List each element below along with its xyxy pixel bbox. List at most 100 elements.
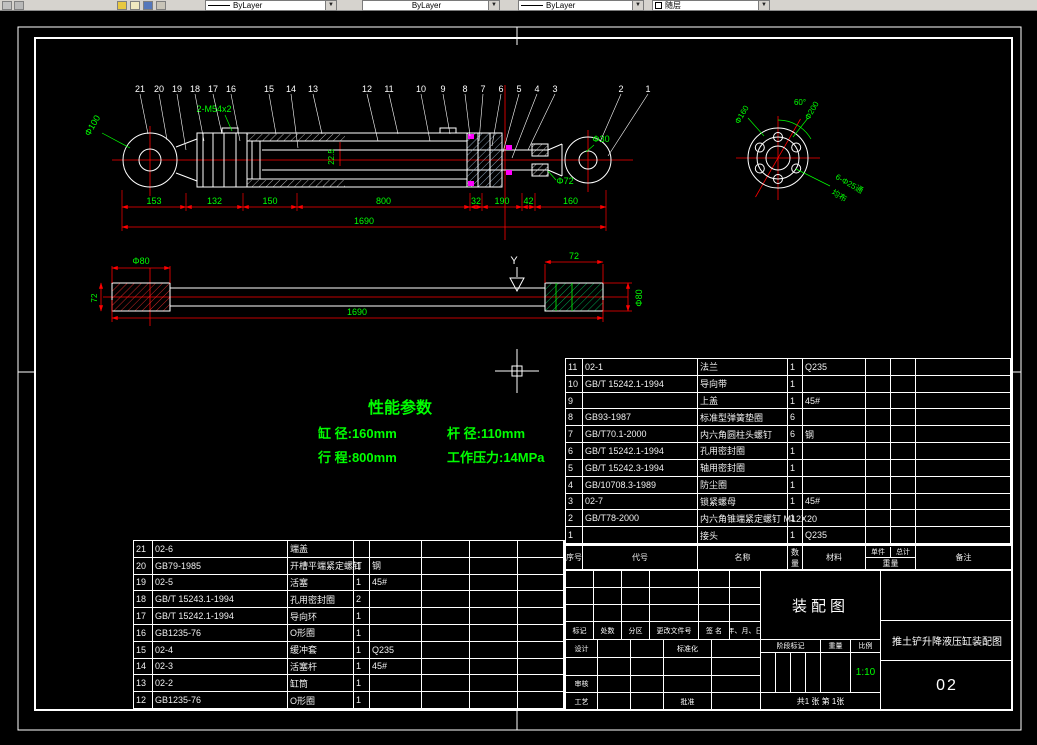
dim-72-left: 72 (90, 293, 99, 302)
titleblock-cell: 标准化 (664, 640, 712, 658)
bom-cell (916, 409, 1011, 427)
titleblock-cell: 批准 (664, 693, 712, 711)
leader-line (312, 93, 323, 135)
titleblock-cell (712, 658, 761, 676)
sheet-count: 共1 张 第 1张 (761, 693, 881, 711)
titleblock-cell: 签 名 (699, 622, 730, 640)
bom-cell (518, 608, 564, 625)
titleblock-cell (699, 571, 730, 588)
bom-cell (803, 443, 866, 460)
titleblock-cell (566, 605, 594, 622)
titleblock-cell: 工艺 (566, 693, 598, 711)
bom-cell: 缸筒 (288, 675, 354, 693)
titleblock-cell (598, 676, 631, 693)
bom-cell (470, 624, 518, 642)
bom-cell (891, 426, 916, 444)
bom-cell: 法兰 (698, 359, 788, 376)
cylinder-body (122, 127, 612, 188)
bom-cell: 20 (134, 557, 153, 575)
bom-cell (866, 375, 891, 393)
bom-cell: GB/T 15242.1-1994 (583, 443, 698, 460)
header-weight-total: 总计 (896, 548, 910, 556)
bom-cell: 9 (566, 392, 583, 410)
layers-icon[interactable] (117, 1, 127, 10)
bom-cell: O形圈 (288, 624, 354, 642)
bom-cell (866, 409, 891, 427)
dimension-value: 42 (523, 196, 533, 206)
leader-line (607, 93, 649, 157)
bom-cell: GB/10708.3-1989 (583, 476, 698, 494)
bom-cell (891, 359, 916, 376)
bom-cell (803, 459, 866, 477)
lineweight-combo[interactable]: ByLayer ▼ (362, 0, 500, 11)
bom-cell (866, 527, 891, 544)
bom-cell: 孔用密封圈 (698, 443, 788, 460)
layer-state-icon[interactable] (130, 1, 140, 10)
bom-cell: 02-3 (153, 658, 288, 676)
bom-cell: GB/T78-2000 (583, 510, 698, 528)
leader-line (194, 93, 205, 142)
bom-cell (916, 510, 1011, 528)
toolbar-icon[interactable] (14, 1, 24, 10)
bom-cell (370, 591, 422, 609)
bom-cell: 02-5 (153, 574, 288, 592)
bom-cell (518, 624, 564, 642)
titleblock-cell (664, 658, 712, 676)
titleblock-cell: 1:10 (851, 653, 881, 693)
plotstyle-combo[interactable]: ByLayer ▼ (518, 0, 644, 11)
side-view: Φ80 72 72 Φ80 1690 Y (90, 251, 644, 326)
bom-cell: 8 (566, 409, 583, 427)
bom-cell (916, 426, 1011, 444)
combo-arrow-icon[interactable]: ▼ (488, 1, 499, 10)
part-number: 6 (498, 84, 503, 94)
dimension-total: 1690 (354, 216, 374, 226)
drawing-number: 02 (936, 677, 958, 694)
header-code: 代号 (583, 546, 698, 569)
titleblock-cell (631, 693, 664, 711)
dim-holes-2: 均布 (830, 187, 849, 204)
titleblock-cell: 标记 (566, 622, 594, 640)
part-number: 7 (480, 84, 485, 94)
bom-cell: 45# (370, 658, 422, 676)
bom-cell (422, 641, 470, 659)
bom-cell (866, 392, 891, 410)
bom-cell: 1 (354, 692, 370, 709)
layer-properties-icon[interactable] (143, 1, 153, 10)
section-triangle-icon (509, 277, 525, 293)
make-layer-icon[interactable] (156, 1, 166, 10)
bom-cell (803, 409, 866, 427)
bom-cell (470, 675, 518, 693)
line-sample-icon (521, 5, 543, 6)
combo-arrow-icon[interactable]: ▼ (758, 1, 769, 10)
bom-cell: 开槽平端紧定螺钉 (288, 557, 362, 575)
titleblock-cell: 重量 (821, 640, 851, 653)
leader-line (176, 93, 187, 151)
bom-cell (518, 658, 564, 676)
bom-cell (370, 608, 422, 625)
bom-cell: GB/T 15243.1-1994 (153, 591, 288, 609)
titleblock-grid: 阶段标记 重量 比例 (761, 640, 881, 653)
bom-cell: 02-6 (153, 541, 288, 558)
bom-cell (866, 459, 891, 477)
bom-cell: 6 (788, 426, 803, 444)
color-combo[interactable]: 随层 ▼ (652, 0, 770, 11)
part-number: 14 (286, 84, 296, 94)
part-number: 20 (154, 84, 164, 94)
bom-cell: 17 (134, 608, 153, 625)
combo-arrow-icon[interactable]: ▼ (325, 1, 336, 10)
bom-cell (470, 574, 518, 592)
combo-arrow-icon[interactable]: ▼ (632, 1, 643, 10)
leader-line (388, 93, 399, 135)
leader-line (212, 93, 223, 135)
bom-cell (354, 541, 370, 558)
performance-bore: 缸 径:160mm (317, 426, 397, 441)
leader-line (420, 93, 431, 142)
bom-cell: GB/T70.1-2000 (583, 426, 698, 444)
bom-cell (803, 375, 866, 393)
toolbar-icon[interactable] (2, 1, 12, 10)
crosshair-cursor[interactable] (495, 349, 539, 393)
header-no: 序号 (566, 546, 583, 569)
linetype-combo[interactable]: ByLayer ▼ (205, 0, 337, 11)
bom-cell (916, 375, 1011, 393)
color-value: 随层 (665, 1, 681, 10)
